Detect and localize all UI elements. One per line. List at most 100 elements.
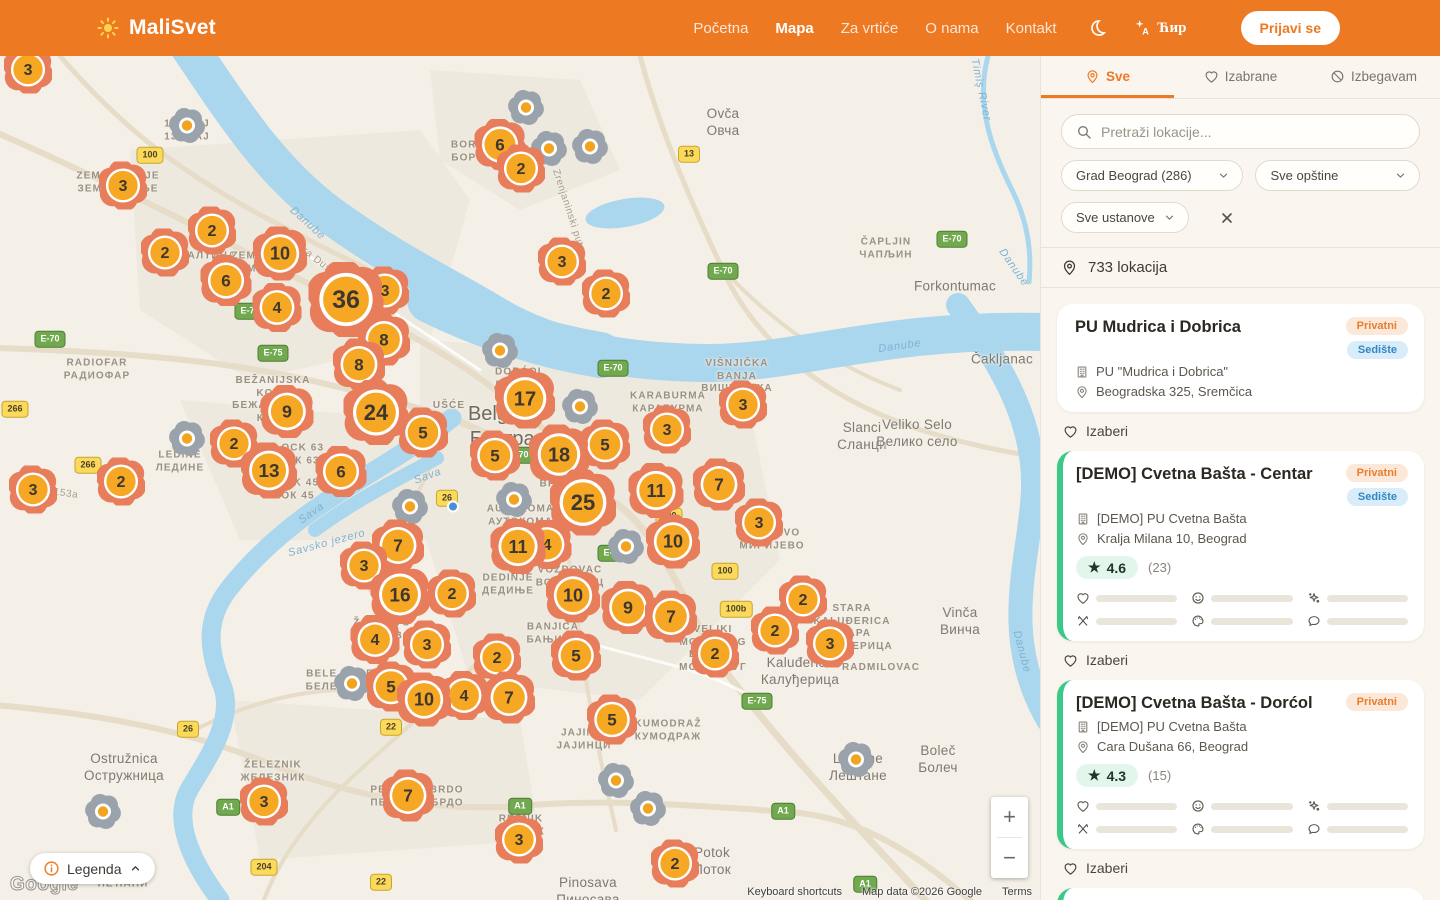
svg-text:11: 11 [646, 481, 665, 501]
road-badge: A1 [508, 798, 532, 815]
map-cluster-marker[interactable]: 9 [261, 385, 314, 443]
clear-filters-button[interactable] [1215, 206, 1239, 230]
location-card[interactable]: [DEMO] Cvetna Bašta - Centar PrivatniSed… [1057, 451, 1424, 641]
sidebar-tabs: SveIzabraneIzbegavam [1041, 56, 1440, 99]
map-cluster-marker[interactable]: 3 [240, 778, 288, 831]
map-location-marker[interactable] [84, 793, 122, 836]
legend-button[interactable]: Legenda [30, 853, 155, 884]
search-input[interactable] [1101, 124, 1405, 140]
svg-text:3: 3 [119, 178, 128, 195]
svg-text:10: 10 [414, 690, 434, 710]
map-cluster-marker[interactable]: 3 [99, 162, 147, 215]
map-cluster-marker[interactable]: 7 [483, 672, 535, 729]
legend-label: Legenda [67, 861, 122, 877]
tab-sve[interactable]: Sve [1041, 56, 1174, 98]
language-toggle-button[interactable]: A Ћир [1133, 18, 1187, 38]
svg-text:3: 3 [360, 558, 369, 575]
chat-icon [1307, 614, 1321, 628]
theme-toggle-button[interactable] [1087, 18, 1107, 38]
terms-link[interactable]: Terms [1002, 886, 1032, 898]
map-location-marker[interactable] [168, 107, 206, 150]
map-cluster-marker[interactable]: 5 [551, 631, 601, 686]
select-location-button[interactable]: Izaberi [1057, 641, 1424, 680]
nav-item-početna[interactable]: Početna [693, 20, 748, 37]
brand-logo[interactable]: MaliSvet [96, 16, 216, 40]
map-location-marker[interactable] [837, 741, 875, 784]
map-cluster-marker[interactable]: 3 [643, 406, 691, 459]
map-cluster-marker[interactable]: 6 [201, 255, 252, 311]
map-cluster-marker[interactable]: 5 [470, 431, 520, 486]
map-cluster-marker[interactable]: 2 [691, 630, 739, 683]
login-button[interactable]: Prijavi se [1241, 11, 1341, 45]
map-cluster-marker[interactable]: 3 [4, 56, 52, 99]
map-cluster-marker[interactable]: 3 [495, 816, 543, 869]
map-cluster-marker[interactable]: 5 [398, 408, 448, 463]
select-location-button[interactable]: Izaberi [1057, 849, 1424, 888]
nav-item-kontakt[interactable]: Kontakt [1006, 20, 1057, 37]
map-cluster-marker[interactable]: 7 [382, 770, 434, 827]
keyboard-shortcuts-link[interactable]: Keyboard shortcuts [747, 886, 842, 898]
badge-sedište: Sedište [1347, 341, 1408, 359]
map-blue-dot-marker[interactable] [446, 500, 460, 519]
svg-text:4: 4 [460, 688, 469, 705]
map-cluster-marker[interactable]: 3 [538, 238, 586, 291]
map-cluster-marker[interactable]: 6 [316, 446, 367, 502]
map-cluster-marker[interactable]: 10 [646, 515, 700, 574]
palette-icon [1191, 822, 1205, 836]
tab-izbegavam[interactable]: Izbegavam [1307, 56, 1440, 98]
map-cluster-marker[interactable]: 10 [546, 569, 600, 628]
map-location-marker[interactable] [168, 420, 206, 463]
map-cluster-marker[interactable]: 3 [719, 381, 767, 434]
svg-text:8: 8 [354, 355, 363, 374]
map-cluster-marker[interactable]: 2 [97, 458, 145, 511]
road-badge: 26 [177, 721, 199, 738]
map-cluster-marker[interactable]: 2 [188, 207, 236, 260]
map-cluster-marker[interactable]: 2 [141, 229, 189, 282]
map-cluster-marker[interactable]: 3 [735, 499, 783, 552]
map-cluster-marker[interactable]: 3 [9, 466, 57, 519]
svg-text:5: 5 [386, 677, 395, 696]
svg-text:2: 2 [161, 244, 170, 262]
map-cluster-marker[interactable]: 11 [491, 519, 546, 579]
zoom-out-button[interactable]: − [991, 838, 1028, 878]
map-cluster-marker[interactable]: 10 [397, 673, 451, 732]
map-cluster-marker[interactable]: 7 [645, 591, 697, 648]
nav-item-za-vrtiće[interactable]: Za vrtiće [841, 20, 899, 37]
nav-item-mapa[interactable]: Mapa [775, 20, 813, 37]
map-canvas[interactable]: ZEMUN POLJEЗЕМУН ПОЉЕ13. MAJ13. МАЈALTIN… [0, 56, 1040, 900]
city-filter-dropdown[interactable]: Grad Beograd (286) [1061, 160, 1243, 191]
badge-privatni: Privatni [1346, 464, 1408, 482]
zoom-in-button[interactable]: + [991, 797, 1028, 837]
location-card[interactable]: [DEMO] Cvetna Bašta - Dorćol Privatni [D… [1057, 680, 1424, 849]
map-cluster-marker[interactable]: 2 [428, 570, 476, 623]
tab-izabrane[interactable]: Izabrane [1174, 56, 1307, 98]
badge-sedište: Sedište [1347, 488, 1408, 506]
map-cluster-marker[interactable]: 13 [241, 443, 297, 504]
select-location-button[interactable]: Izaberi [1057, 412, 1424, 451]
nav-item-o-nama[interactable]: O nama [925, 20, 978, 37]
badge-privatni: Privatni [1346, 317, 1408, 335]
map-cluster-marker[interactable]: 2 [751, 607, 799, 660]
map-cluster-marker[interactable]: 10 [253, 227, 307, 286]
municipality-filter-dropdown[interactable]: Sve opštine [1255, 160, 1420, 191]
map-cluster-marker[interactable]: 2 [651, 840, 699, 893]
svg-text:5: 5 [418, 423, 427, 442]
svg-text:2: 2 [671, 855, 680, 873]
svg-text:5: 5 [607, 710, 616, 729]
smiley-icon [1191, 799, 1205, 813]
location-card[interactable]: PU Mudrica i Dobrica PrivatniSedište PU … [1057, 304, 1424, 412]
building-icon [1076, 720, 1090, 734]
map-cluster-marker[interactable]: 2 [497, 145, 545, 198]
map-cluster-marker[interactable]: 2 [582, 270, 630, 323]
map-cluster-marker[interactable]: 5 [587, 695, 637, 750]
map-location-marker[interactable] [629, 790, 667, 833]
map-cluster-marker[interactable]: 3 [806, 620, 854, 673]
svg-text:2: 2 [117, 473, 126, 491]
map-location-marker[interactable] [571, 128, 609, 171]
card-address: Cara Dušana 66, Beograd [1076, 739, 1408, 754]
card-address: Beogradska 325, Sremčica [1075, 384, 1408, 399]
map-cluster-marker[interactable]: 4 [253, 283, 302, 337]
map-location-marker[interactable] [495, 481, 533, 524]
location-card[interactable]: [DEMO] Cvetna Bašta - Dedinje Privatni [… [1057, 888, 1424, 900]
institution-filter-dropdown[interactable]: Sve ustanove [1061, 202, 1189, 233]
